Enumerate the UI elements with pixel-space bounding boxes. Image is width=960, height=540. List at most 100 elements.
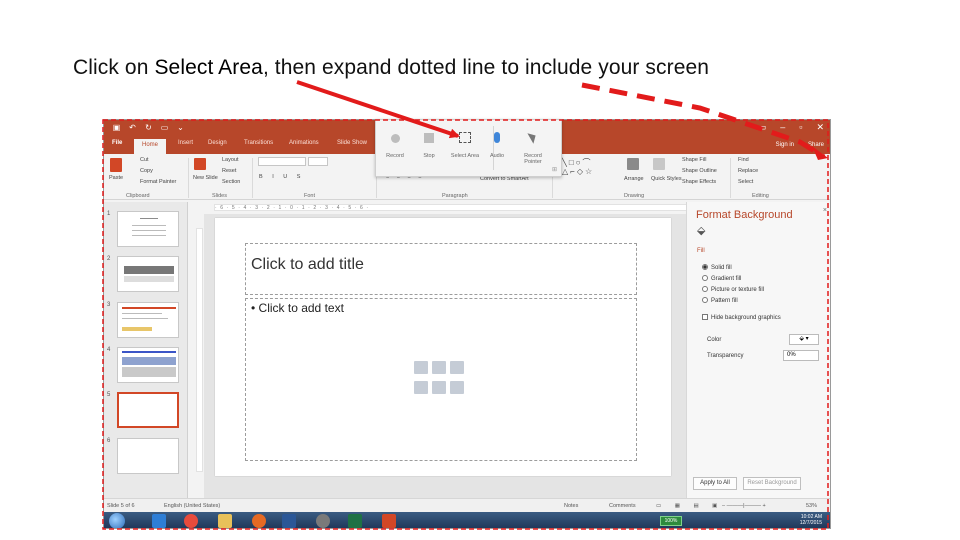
tab-transitions[interactable]: Transitions — [244, 140, 273, 146]
sign-in-link[interactable]: Sign in — [776, 142, 794, 148]
group-clipboard-label: Clipboard — [126, 193, 150, 199]
redo-icon[interactable]: ↻ — [144, 123, 153, 132]
current-slide: Click to add title • Click to add text — [215, 218, 671, 476]
reset-button[interactable]: Reset — [222, 168, 236, 174]
slide-thumbnail-4[interactable] — [117, 347, 179, 383]
share-button[interactable]: Share — [808, 142, 824, 148]
slide-thumbnail-3[interactable] — [117, 302, 179, 338]
instruction-target: Select Area — [154, 56, 263, 79]
quick-styles-icon[interactable] — [653, 158, 665, 170]
start-button-icon[interactable] — [109, 513, 125, 528]
layout-button[interactable]: Layout — [222, 157, 239, 163]
file-explorer-icon[interactable] — [218, 514, 232, 528]
shape-effects-button[interactable]: Shape Effects — [682, 179, 716, 185]
system-clock[interactable]: 10:02 AM 12/7/2015 — [800, 514, 822, 526]
paste-label[interactable]: Paste — [109, 175, 123, 181]
audio-button[interactable]: Audio — [482, 130, 512, 159]
tab-animations[interactable]: Animations — [289, 140, 319, 146]
excel-icon[interactable] — [348, 514, 362, 528]
title-placeholder[interactable]: Click to add title — [245, 243, 637, 295]
stop-button[interactable]: Stop — [414, 130, 444, 159]
start-from-beginning-icon[interactable]: ▭ — [160, 123, 169, 132]
insert-content-icons — [414, 361, 472, 397]
group-drawing-label: Drawing — [624, 193, 645, 199]
arrange-button[interactable]: Arrange — [624, 176, 644, 182]
fill-bucket-icon[interactable]: ⬙ — [697, 224, 705, 237]
zoom-level[interactable]: 53% — [806, 503, 817, 509]
shape-outline-button[interactable]: Shape Outline — [682, 168, 717, 174]
pane-close-icon[interactable]: × — [823, 207, 827, 214]
insert-video-icon[interactable] — [450, 381, 464, 394]
radio-gradient-fill[interactable]: Gradient fill — [702, 275, 741, 282]
view-buttons[interactable]: ▭ ▦ ▤ ▣ — [656, 503, 723, 509]
insert-online-picture-icon[interactable] — [432, 381, 446, 394]
cut-button[interactable]: Cut — [140, 157, 149, 163]
maximize-icon[interactable]: ▫ — [799, 122, 802, 133]
font-name-combo[interactable] — [258, 157, 306, 166]
firefox-icon[interactable] — [252, 514, 266, 528]
select-area-button[interactable]: Select Area — [450, 130, 480, 159]
chrome-icon[interactable] — [184, 514, 198, 528]
internet-explorer-icon[interactable] — [152, 514, 166, 528]
insert-chart-icon[interactable] — [432, 361, 446, 374]
section-button[interactable]: Section — [222, 179, 240, 185]
select-button[interactable]: Select — [738, 179, 753, 185]
format-painter-button[interactable]: Format Painter — [140, 179, 176, 185]
slide-thumbnail-5[interactable] — [117, 392, 179, 428]
app-icon[interactable] — [316, 514, 330, 528]
tab-file[interactable]: File — [112, 140, 122, 146]
slide-thumbnail-6[interactable] — [117, 438, 179, 474]
customize-qat-icon[interactable]: ⌄ — [176, 123, 185, 132]
pane-title: Format Background — [696, 209, 793, 221]
tab-design[interactable]: Design — [208, 140, 227, 146]
radio-pattern-fill[interactable]: Pattern fill — [702, 297, 738, 304]
font-size-combo[interactable] — [308, 157, 328, 166]
font-format-buttons[interactable]: B I U S — [259, 174, 304, 180]
radio-solid-fill[interactable]: Solid fill — [702, 264, 732, 271]
color-picker-button[interactable]: ⬙ ▾ — [789, 334, 819, 345]
checkbox-icon — [702, 314, 708, 320]
paste-icon[interactable] — [110, 158, 122, 172]
new-slide-icon[interactable] — [194, 158, 206, 170]
indicator-badge[interactable]: 100% — [660, 516, 682, 526]
reset-background-button[interactable]: Reset Background — [743, 477, 801, 490]
slide-thumbnail-1[interactable] — [117, 211, 179, 247]
record-pointer-button[interactable]: Record Pointer — [518, 130, 548, 165]
shape-fill-button[interactable]: Shape Fill — [682, 157, 706, 163]
save-icon[interactable]: ▣ — [112, 123, 121, 132]
hide-graphics-checkbox[interactable]: Hide background graphics — [702, 314, 781, 321]
slide-number: 1 — [107, 211, 111, 217]
minimize-icon[interactable]: – — [780, 122, 785, 133]
transparency-input[interactable]: 0% — [783, 350, 819, 361]
insert-picture-icon[interactable] — [414, 381, 428, 394]
tab-insert[interactable]: Insert — [178, 140, 193, 146]
replace-button[interactable]: Replace — [738, 168, 758, 174]
record-button[interactable]: Record — [380, 130, 410, 159]
find-button[interactable]: Find — [738, 157, 749, 163]
record-icon — [390, 134, 400, 143]
close-icon[interactable]: ✕ — [816, 122, 824, 133]
content-placeholder[interactable]: • Click to add text — [245, 298, 637, 461]
undo-icon[interactable]: ↶ — [128, 123, 137, 132]
notes-button[interactable]: Notes — [564, 503, 578, 509]
word-icon[interactable] — [282, 514, 296, 528]
insert-table-icon[interactable] — [414, 361, 428, 374]
insert-smartart-icon[interactable] — [450, 361, 464, 374]
powerpoint-icon[interactable] — [382, 514, 396, 528]
arrange-icon[interactable] — [627, 158, 639, 170]
fill-section-header[interactable]: Fill — [697, 248, 705, 254]
zoom-slider[interactable]: – ———|——— + — [722, 503, 766, 509]
tab-home[interactable]: Home — [134, 139, 167, 154]
pin-icon[interactable]: ⊞ — [552, 166, 557, 173]
shapes-gallery-row[interactable]: △⌐◇☆ — [562, 167, 594, 176]
comments-button[interactable]: Comments — [609, 503, 636, 509]
apply-to-all-button[interactable]: Apply to All — [693, 477, 737, 490]
tab-slide-show[interactable]: Slide Show — [337, 140, 367, 146]
language-status[interactable]: English (United States) — [164, 503, 220, 509]
radio-picture-fill[interactable]: Picture or texture fill — [702, 286, 764, 293]
quick-styles-button[interactable]: Quick Styles — [651, 176, 682, 182]
slide-thumbnail-2[interactable] — [117, 256, 179, 292]
copy-button[interactable]: Copy — [140, 168, 153, 174]
new-slide-button[interactable]: New Slide — [193, 175, 218, 181]
ribbon-display-icon[interactable]: ▭ — [758, 122, 767, 133]
